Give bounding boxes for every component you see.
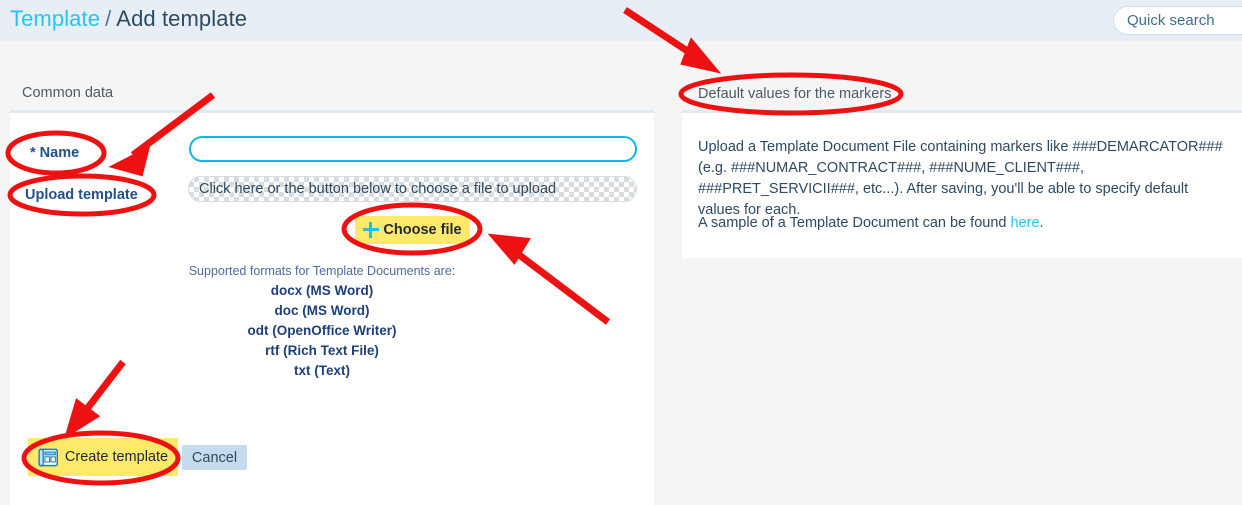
create-template-button[interactable]: Create template <box>28 438 178 476</box>
cancel-button[interactable]: Cancel <box>182 445 247 470</box>
upload-template-label: Upload template <box>25 187 138 203</box>
page-header: Template / Add template Quick search <box>0 0 1242 41</box>
markers-instruction-paragraph: Upload a Template Document File containi… <box>698 139 1223 218</box>
file-dropzone[interactable]: Click here or the button below to choose… <box>188 176 637 202</box>
sample-document-paragraph: A sample of a Template Document can be f… <box>698 213 1228 234</box>
page-root: Template / Add template Quick search Commo… <box>0 0 1242 505</box>
breadcrumb-current-page: Add template <box>116 6 248 31</box>
breadcrumb-separator: / <box>105 6 112 31</box>
format-item: txt (Text) <box>294 363 350 378</box>
name-input[interactable] <box>189 136 637 162</box>
choose-file-label: Choose file <box>383 222 462 238</box>
format-item: docx (MS Word) <box>270 283 374 298</box>
format-item: odt (OpenOffice Writer) <box>247 323 397 338</box>
create-template-label: Create template <box>64 449 169 465</box>
create-template-highlight: Create template <box>28 438 178 476</box>
file-dropzone-text: Click here or the button below to choose… <box>199 181 557 197</box>
sample-text-before: A sample of a Template Document can be f… <box>698 215 1011 231</box>
supported-formats-heading: Supported formats for Template Documents… <box>188 264 456 278</box>
sample-text-after: . <box>1039 215 1044 231</box>
breadcrumb-link-template[interactable]: Template <box>10 6 100 31</box>
plus-icon <box>363 222 380 238</box>
template-document-icon <box>38 448 58 466</box>
format-item: rtf (Rich Text File) <box>265 343 379 358</box>
format-item: doc (MS Word) <box>274 303 370 318</box>
quick-search-box[interactable]: Quick search <box>1113 6 1242 35</box>
name-field-label: * Name <box>30 145 80 161</box>
default-values-section-title: Default values for the markers <box>698 86 892 102</box>
choose-file-button[interactable]: Choose file <box>355 216 470 244</box>
sample-document-link[interactable]: here <box>1010 215 1039 231</box>
breadcrumb: Template / Add template <box>10 6 247 32</box>
common-data-section-title: Common data <box>22 85 114 101</box>
quick-search-placeholder: Quick search <box>1127 12 1215 29</box>
choose-file-highlight: Choose file <box>355 216 470 244</box>
supported-formats-block: Supported formats for Template Documents… <box>10 264 634 381</box>
